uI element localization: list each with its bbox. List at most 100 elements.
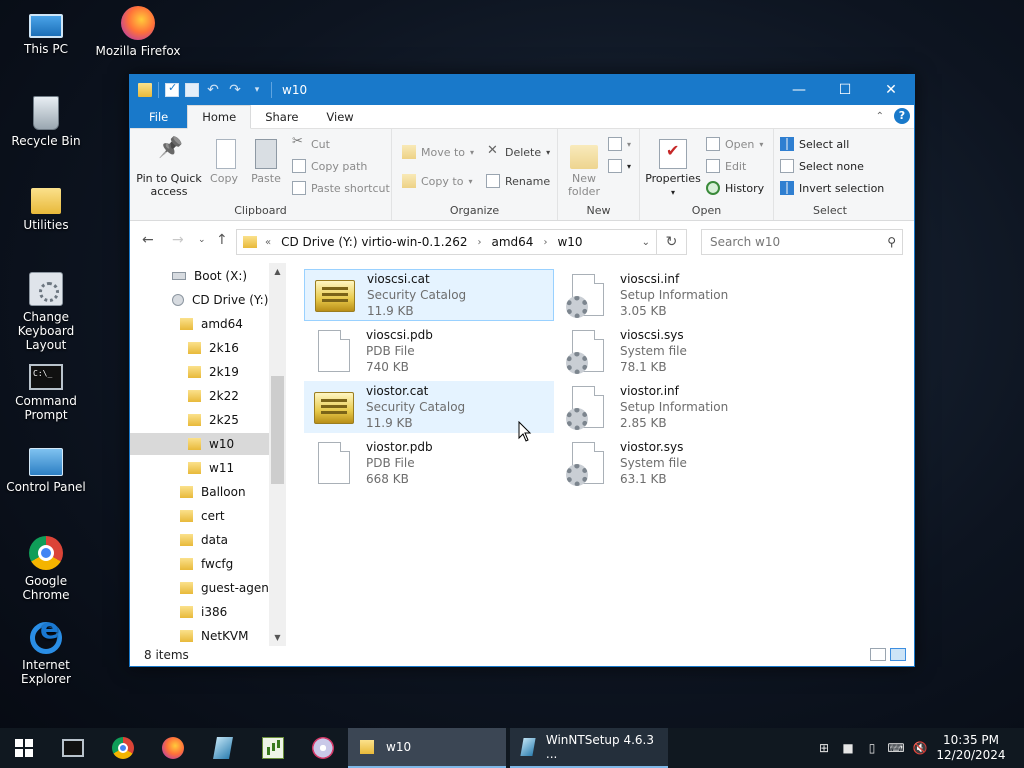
taskbar-setup-tool[interactable] bbox=[198, 728, 248, 768]
file-list[interactable]: vioscsi.cat Security Catalog 11.9 KB viosc… bbox=[296, 263, 914, 646]
properties-button[interactable]: Properties▾ bbox=[644, 139, 702, 199]
recent-locations-chevron-icon[interactable]: ⌄ bbox=[198, 235, 206, 245]
navigation-pane[interactable]: Boot (X:) CD Drive (Y:) vi amd64 2k16 2k… bbox=[130, 263, 286, 646]
paste-shortcut-button[interactable]: Paste shortcut bbox=[292, 181, 390, 195]
desktop-icon-utilities[interactable]: Utilities bbox=[0, 182, 92, 232]
keyboard-icon[interactable]: ⌨ bbox=[884, 741, 908, 755]
volume-muted-icon[interactable]: 🔇 bbox=[908, 741, 932, 755]
desktop-icon-this-pc[interactable]: This PC bbox=[0, 8, 92, 56]
nav-item-2k19[interactable]: 2k19 bbox=[188, 361, 239, 383]
title-bar[interactable]: ↶ ↷ ▾ w10 — ☐ ✕ bbox=[130, 75, 914, 105]
tab-home[interactable]: Home bbox=[187, 105, 252, 129]
help-icon[interactable]: ? bbox=[894, 108, 910, 124]
breadcrumb-separator-icon[interactable]: › bbox=[543, 237, 547, 248]
collapse-ribbon-icon[interactable]: ⌃ bbox=[876, 111, 884, 122]
nav-pane-scrollbar[interactable]: ▲ ▼ bbox=[269, 263, 286, 646]
details-view-icon[interactable] bbox=[870, 648, 886, 661]
forward-arrow-icon[interactable]: → bbox=[172, 232, 184, 248]
nav-item-w11[interactable]: w11 bbox=[188, 457, 234, 479]
nav-item-amd64[interactable]: amd64 bbox=[180, 313, 243, 335]
file-tile-vioscsi-pdb[interactable]: vioscsi.pdb PDB File 740 KB bbox=[304, 325, 554, 377]
tab-view[interactable]: View bbox=[312, 105, 367, 128]
desktop-icon-recycle-bin[interactable]: Recycle Bin bbox=[0, 96, 92, 148]
breadcrumb-separator-icon[interactable]: › bbox=[478, 237, 482, 248]
desktop-icon-firefox[interactable]: Mozilla Firefox bbox=[92, 6, 184, 58]
back-arrow-icon[interactable]: ← bbox=[142, 232, 154, 248]
nav-item-cd-drive[interactable]: CD Drive (Y:) vi bbox=[172, 289, 283, 311]
open-button[interactable]: Open ▾ bbox=[706, 137, 763, 151]
taskbar-chrome[interactable] bbox=[98, 728, 148, 768]
desktop-icon-internet-explorer[interactable]: Internet Explorer bbox=[0, 622, 92, 686]
up-arrow-icon[interactable]: ↑ bbox=[216, 232, 228, 248]
overflow-chevron[interactable]: « bbox=[265, 237, 271, 248]
customize-qat-icon[interactable]: ▾ bbox=[249, 85, 265, 95]
file-tile-vioscsi-inf[interactable]: vioscsi.inf Setup Information 3.05 KB bbox=[558, 269, 808, 321]
taskbar-performance-tool[interactable] bbox=[248, 728, 298, 768]
taskbar-disk-tool[interactable] bbox=[298, 728, 348, 768]
file-tile-viostor-sys[interactable]: viostor.sys System file 63.1 KB bbox=[558, 437, 808, 489]
desktop-icon-change-keyboard-layout[interactable]: Change Keyboard Layout bbox=[0, 272, 92, 352]
search-input[interactable]: Search w10 ⚲ bbox=[701, 229, 903, 255]
file-tile-viostor-cat[interactable]: viostor.cat Security Catalog 11.9 KB bbox=[304, 381, 554, 433]
select-all-button[interactable]: Select all bbox=[780, 137, 849, 151]
delete-button[interactable]: Delete▾ bbox=[486, 143, 550, 159]
cut-button[interactable]: Cut bbox=[292, 134, 330, 151]
properties-qat-icon[interactable] bbox=[165, 81, 179, 97]
pin-to-quick-access-button[interactable]: Pin to Quick access bbox=[136, 139, 202, 198]
nav-item-boot-drive[interactable]: Boot (X:) bbox=[172, 265, 247, 287]
invert-selection-button[interactable]: Invert selection bbox=[780, 181, 884, 195]
move-to-button[interactable]: Move to ▾ bbox=[402, 145, 474, 159]
nav-item-netkvm[interactable]: NetKVM bbox=[180, 625, 249, 646]
rename-button[interactable]: Rename bbox=[486, 174, 550, 188]
nav-item-balloon[interactable]: Balloon bbox=[180, 481, 246, 503]
file-tile-vioscsi-cat[interactable]: vioscsi.cat Security Catalog 11.9 KB bbox=[304, 269, 554, 321]
new-item-button[interactable]: ▾ bbox=[608, 137, 631, 151]
select-none-button[interactable]: Select none bbox=[780, 159, 864, 173]
usb-icon[interactable]: ▯ bbox=[860, 741, 884, 755]
tab-file[interactable]: File bbox=[130, 105, 188, 128]
breadcrumb-item[interactable]: w10 bbox=[557, 235, 582, 249]
nav-item-2k25[interactable]: 2k25 bbox=[188, 409, 239, 431]
large-icons-view-icon[interactable] bbox=[890, 648, 906, 661]
scroll-up-arrow-icon[interactable]: ▲ bbox=[269, 263, 286, 280]
taskbar-command-prompt[interactable] bbox=[48, 728, 98, 768]
taskbar-window-winntsetup[interactable]: WinNTSetup 4.6.3 ... bbox=[510, 728, 668, 768]
nav-item-guest-agent[interactable]: guest-agent bbox=[180, 577, 274, 599]
new-folder-button[interactable]: New folder bbox=[564, 139, 604, 198]
taskbar-window-w10[interactable]: w10 bbox=[348, 728, 506, 768]
file-tile-viostor-pdb[interactable]: viostor.pdb PDB File 668 KB bbox=[304, 437, 554, 489]
copy-button[interactable]: Copy bbox=[206, 139, 242, 185]
minimize-button[interactable]: — bbox=[776, 75, 822, 105]
desktop-icon-command-prompt[interactable]: Command Prompt bbox=[0, 360, 92, 422]
clock[interactable]: 10:35 PM 12/20/2024 bbox=[932, 733, 1010, 763]
breadcrumb-item[interactable]: amd64 bbox=[492, 235, 534, 249]
display-icon[interactable]: ■ bbox=[836, 741, 860, 755]
network-icon[interactable]: ⊞ bbox=[812, 741, 836, 755]
address-bar[interactable]: « CD Drive (Y:) virtio-win-0.1.262 › amd… bbox=[236, 229, 657, 255]
taskbar-firefox[interactable] bbox=[148, 728, 198, 768]
nav-item-w10[interactable]: w10 bbox=[130, 433, 269, 455]
nav-item-data[interactable]: data bbox=[180, 529, 228, 551]
file-tile-vioscsi-sys[interactable]: vioscsi.sys System file 78.1 KB bbox=[558, 325, 808, 377]
copy-to-button[interactable]: Copy to ▾ bbox=[402, 174, 472, 188]
easy-access-button[interactable]: ▾ bbox=[608, 159, 631, 173]
scroll-thumb[interactable] bbox=[271, 376, 284, 484]
undo-icon[interactable]: ↶ bbox=[205, 82, 221, 98]
tab-share[interactable]: Share bbox=[251, 105, 312, 128]
chevron-down-icon[interactable]: ⌄ bbox=[642, 237, 650, 248]
nav-item-fwcfg[interactable]: fwcfg bbox=[180, 553, 233, 575]
file-tile-viostor-inf[interactable]: viostor.inf Setup Information 2.85 KB bbox=[558, 381, 808, 433]
history-button[interactable]: History bbox=[706, 181, 764, 195]
edit-button[interactable]: Edit bbox=[706, 159, 746, 173]
refresh-button[interactable]: ↻ bbox=[657, 229, 687, 255]
maximize-button[interactable]: ☐ bbox=[822, 75, 868, 105]
close-button[interactable]: ✕ bbox=[868, 75, 914, 105]
copy-path-button[interactable]: Copy path bbox=[292, 159, 367, 173]
nav-item-2k16[interactable]: 2k16 bbox=[188, 337, 239, 359]
desktop-icon-control-panel[interactable]: Control Panel bbox=[0, 448, 92, 494]
start-button[interactable] bbox=[0, 728, 48, 768]
redo-icon[interactable]: ↷ bbox=[227, 82, 243, 98]
nav-item-2k22[interactable]: 2k22 bbox=[188, 385, 239, 407]
nav-item-i386[interactable]: i386 bbox=[180, 601, 227, 623]
new-folder-qat-icon[interactable] bbox=[185, 83, 199, 97]
